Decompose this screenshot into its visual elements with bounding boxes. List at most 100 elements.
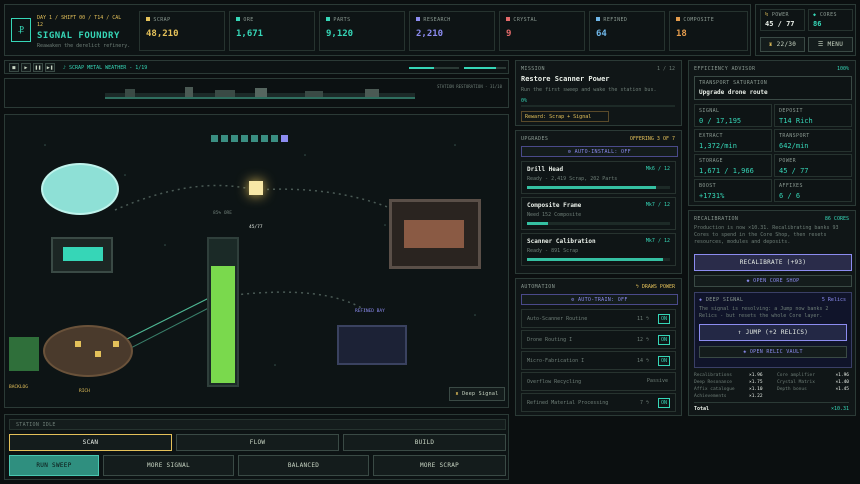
ore-nugget [75,341,81,347]
automation-label: AUTOMATION [521,284,556,290]
automation-item[interactable]: Drone Routing I 12 ϟ ON [521,330,676,349]
station-restoration-text: STATION RESTORATION - 31/10 [436,84,502,89]
upgrade-progress-bar [527,222,670,225]
mission-progress: 0% [521,98,528,104]
recal-cores: 86 CORES [824,216,849,222]
automation-item[interactable]: Refined Material Processing 7 ϟ ON [521,393,676,412]
volume-slider-2[interactable] [464,67,506,69]
skip-button[interactable]: ▶❚ [45,63,55,72]
resource-value: 2,210 [416,29,444,39]
modifier-value: ×1.10 [749,387,763,392]
auto-train-toggle[interactable]: ⚙ AUTO-TRAIN: OFF [521,294,678,305]
stop-button[interactable]: ■ [9,63,19,72]
tab-build[interactable]: BUILD [343,434,506,451]
advisor-cell-value: T14 Rich [779,117,813,125]
station-map[interactable]: 85% ORE 45/77 REFINED BAY BACKLOG RICH ♜… [4,114,509,408]
auto-install-toggle[interactable]: ⚙ AUTO-INSTALL: OFF [521,146,678,157]
refinery[interactable] [389,199,481,269]
play-button[interactable]: ▶ [21,63,31,72]
modifier-name: Depth bonus [777,387,807,392]
advisor-cell-value: 642/min [779,142,809,150]
modifier-value: ×1.96 [749,373,763,378]
menu-icon: ☰ [817,41,824,48]
resource-ore: ORE 1,671 [229,11,315,51]
volume-slider-1[interactable] [409,67,459,69]
advisor-cell-label: POWER [779,158,797,164]
relics-count: 5 Relics [821,297,846,303]
resource-label: ORE [236,17,308,23]
automation-panel: AUTOMATION ϟ DRAWS POWER ⚙ AUTO-TRAIN: O… [515,278,682,416]
deep-signal-box: ◈ DEEP SIGNAL 5 Relics The signal is res… [694,292,852,368]
automation-toggle[interactable]: ON [657,398,670,408]
gear-icon: ⚙ [568,148,572,155]
automation-toggle[interactable]: ON [657,356,670,366]
automation-toggle[interactable]: ON [657,335,670,345]
resource-label-text: RESEARCH [423,17,451,23]
refined-bay-label: REFINED BAY [355,309,385,314]
upgrade-desc: Ready - 891 Scrap [527,248,579,254]
pause-button[interactable]: ❚❚ [33,63,43,72]
power-icon: ϟ [765,12,769,18]
advisor-cell-value: 1,372/min [699,142,737,150]
open-core-shop-label: OPEN CORE SHOP [753,278,800,284]
automation-item[interactable]: Auto-Scanner Routine 11 ϟ ON [521,309,676,328]
more-signal-button[interactable]: MORE SIGNAL [103,455,234,476]
deep-signal-text: The signal is resolving: a Jump now bank… [699,306,829,319]
resource-icon [236,17,240,21]
jump-icon: ⇑ [737,329,742,336]
menu-label: MENU [827,41,844,48]
automation-toggle[interactable]: Passive [645,377,670,385]
ore-deposit[interactable] [43,325,133,377]
advisor-cell-storage: STORAGE 1,671 / 1,966 [694,154,772,177]
refined-bay[interactable] [337,325,407,365]
recalibration-panel: RECALIBRATION 86 CORES Production is now… [688,210,856,416]
automation-item[interactable]: Micro-Fabrication I 14 ϟ ON [521,351,676,370]
open-core-shop-button[interactable]: ◆ OPEN CORE SHOP [694,275,852,287]
upgrade-desc: Ready - 2,419 Scrap, 202 Parts [527,176,618,182]
core-beacon[interactable] [249,181,263,195]
trophy-button[interactable]: ♜ 22/30 [760,37,805,52]
mission-progress-bar [521,105,675,107]
music-icon: ♪ [63,65,67,71]
more-scrap-button[interactable]: MORE SCRAP [373,455,506,476]
power-value: 45 / 77 [765,20,795,28]
deep-signal-button[interactable]: ♜ Deep Signal [449,387,505,401]
cores-label: ◆ CORES [813,12,848,18]
volume-fill-1 [409,67,434,69]
upgrade-item[interactable]: Composite Frame Mk7 / 12 Need 152 Compos… [521,197,676,230]
recalibrate-button[interactable]: RECALIBRATE (+93) [694,254,852,271]
open-relic-vault-button[interactable]: ◈ OPEN RELIC VAULT [699,346,847,358]
upgrade-item[interactable]: Scanner Calibration Mk7 / 12 Ready - 891… [521,233,676,266]
resource-refined: REFINED 64 [589,11,665,51]
advisor-cell-signal: SIGNAL 0 / 17,195 [694,104,772,127]
auto-train-label: AUTO-TRAIN: OFF [577,296,628,303]
tab-flow[interactable]: FLOW [176,434,339,451]
ore-silo-fill [211,266,235,383]
power-label: ϟ POWER [765,12,800,18]
upgrade-progress-bar [527,186,670,189]
scanner-console[interactable] [51,237,113,273]
draws-power: ϟ DRAWS POWER [636,284,675,290]
upgrade-level: Mk7 / 12 [645,202,670,208]
mission-desc: Run the first sweep and wake the station… [521,87,657,93]
advisor-box-title: Upgrade drone route [699,89,768,96]
track-title: ♪ SCRAP METAL WEATHER - 1/19 [63,65,147,71]
recalibrate-label: RECALIBRATE (+93) [739,259,807,266]
menu-button[interactable]: ☰ MENU [808,37,853,52]
advisor-cell-value: +1731% [699,192,725,200]
tab-scan[interactable]: SCAN [9,434,172,451]
day-line: DAY 1 / SHIFT 00 / T14 / CAL [37,15,122,21]
automation-item[interactable]: Overflow Recycling Passive [521,372,676,391]
advisor-cell-label: EXTRACT [699,133,723,139]
resource-value: 48,210 [146,29,179,39]
ore-silo[interactable] [207,237,239,387]
automation-cost: 12 ϟ [636,337,649,343]
upgrade-item[interactable]: Drill Head Mk6 / 12 Ready - 2,419 Scrap,… [521,161,676,194]
scanner-dish[interactable] [41,163,119,215]
total-divider [694,402,849,403]
jump-button[interactable]: ⇑ JUMP (+2 RELICS) [699,324,847,341]
run-sweep-button[interactable]: RUN SWEEP [9,455,99,476]
balanced-button[interactable]: BALANCED [238,455,369,476]
upgrade-progress-fill [527,258,663,261]
automation-toggle[interactable]: ON [657,314,670,324]
